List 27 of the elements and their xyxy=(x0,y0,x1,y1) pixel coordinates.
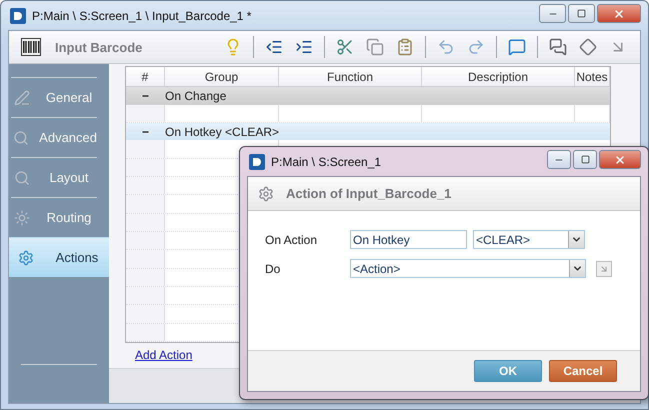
sidebar-label: Advanced xyxy=(39,130,97,145)
sidebar-label: Actions xyxy=(54,250,100,265)
column-header[interactable]: # xyxy=(126,67,165,86)
dropdown[interactable]: <CLEAR> xyxy=(473,230,585,249)
group-name: On Hotkey <CLEAR> xyxy=(165,124,280,139)
dialog-title: P:Main \ S:Screen_1 xyxy=(271,154,382,168)
dialog-heading: Action of Input_Barcode_1 xyxy=(286,186,452,201)
column-header[interactable]: Notes xyxy=(575,67,610,86)
column-header[interactable]: Function xyxy=(279,67,422,86)
column-header[interactable]: Description xyxy=(422,67,575,86)
sidebar-label: Routing xyxy=(46,210,92,225)
window-title: P:Main \ S:Screen_1 \ Input_Barcode_1 * xyxy=(32,8,252,22)
collapse-toggle[interactable]: − xyxy=(126,88,165,103)
input-field[interactable]: On Hotkey xyxy=(350,230,467,249)
toolbar-title: Input Barcode xyxy=(55,40,142,54)
collapse-toggle[interactable]: − xyxy=(126,124,165,139)
sidebar-label: General xyxy=(44,90,94,105)
dropdown[interactable]: <Action> xyxy=(350,259,586,278)
column-header[interactable]: Group xyxy=(165,67,279,86)
field-label: On Action xyxy=(265,232,318,246)
field-label: Do xyxy=(265,262,282,276)
sidebar-label: Layout xyxy=(48,170,90,185)
sidebar-item[interactable]: Actions xyxy=(9,237,109,277)
group-row[interactable]: − On Change xyxy=(126,87,610,105)
group-row[interactable]: − On Hotkey <CLEAR> xyxy=(126,122,610,140)
add-action-link[interactable]: Add Action xyxy=(135,348,192,362)
group-name: On Change xyxy=(165,88,228,103)
